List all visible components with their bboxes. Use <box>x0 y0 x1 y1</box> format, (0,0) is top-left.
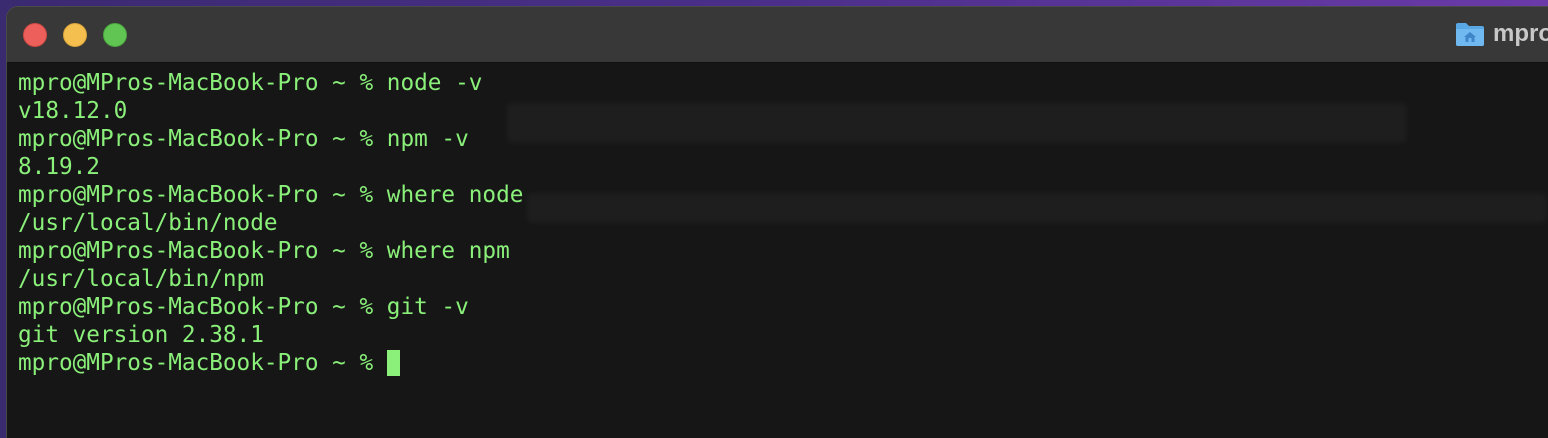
output-text: 8.19.2 <box>18 154 100 180</box>
command-line: [mpro@MPros-MacBook-Pro ~ % where npm <box>15 237 523 265</box>
text-cursor[interactable] <box>387 350 401 376</box>
command-text: git -v <box>373 294 469 320</box>
command-line: [mpro@MPros-MacBook-Pro ~ % node -v <box>15 69 523 97</box>
title-bar[interactable]: mpro <box>7 7 1548 63</box>
output-line: 8.19.2 <box>15 153 523 181</box>
active-prompt-line: mpro@MPros-MacBook-Pro ~ % <box>15 349 523 377</box>
command-text: where node <box>373 182 524 208</box>
prompt-text: mpro@MPros-MacBook-Pro ~ % <box>18 350 374 376</box>
prompt-text: mpro@MPros-MacBook-Pro ~ % <box>18 126 374 152</box>
output-text: /usr/local/bin/npm <box>18 266 264 292</box>
background-blur <box>527 193 1547 223</box>
command-text: node -v <box>373 70 483 96</box>
output-line: v18.12.0 <box>15 97 523 125</box>
background-blur <box>507 103 1407 143</box>
terminal-window: mpro [mpro@MPros-MacBook-Pro ~ % node -v… <box>6 6 1548 438</box>
command-line: [mpro@MPros-MacBook-Pro ~ % npm -v <box>15 125 523 153</box>
output-line: git version 2.38.1 <box>15 321 523 349</box>
prompt-text: mpro@MPros-MacBook-Pro ~ % <box>18 238 374 264</box>
output-text: git version 2.38.1 <box>18 322 264 348</box>
minimize-button[interactable] <box>63 23 87 47</box>
output-line: /usr/local/bin/npm <box>15 265 523 293</box>
terminal-content[interactable]: [mpro@MPros-MacBook-Pro ~ % node -vv18.1… <box>7 63 1548 438</box>
close-button[interactable] <box>23 23 47 47</box>
home-folder-icon <box>1455 21 1485 47</box>
command-line: [mpro@MPros-MacBook-Pro ~ % git -v <box>15 293 523 321</box>
command-text: where npm <box>373 238 510 264</box>
prompt-text: mpro@MPros-MacBook-Pro ~ % <box>18 70 374 96</box>
command-text: npm -v <box>373 126 469 152</box>
terminal-output: [mpro@MPros-MacBook-Pro ~ % node -vv18.1… <box>15 69 523 377</box>
output-line: /usr/local/bin/node <box>15 209 523 237</box>
command-line: [mpro@MPros-MacBook-Pro ~ % where node <box>15 181 523 209</box>
output-text: v18.12.0 <box>18 98 128 124</box>
prompt-text: mpro@MPros-MacBook-Pro ~ % <box>18 182 374 208</box>
output-text: /usr/local/bin/node <box>18 210 278 236</box>
prompt-text: mpro@MPros-MacBook-Pro ~ % <box>18 294 374 320</box>
window-title-text: mpro <box>1493 20 1548 47</box>
zoom-button[interactable] <box>103 23 127 47</box>
window-title: mpro <box>1455 19 1548 49</box>
